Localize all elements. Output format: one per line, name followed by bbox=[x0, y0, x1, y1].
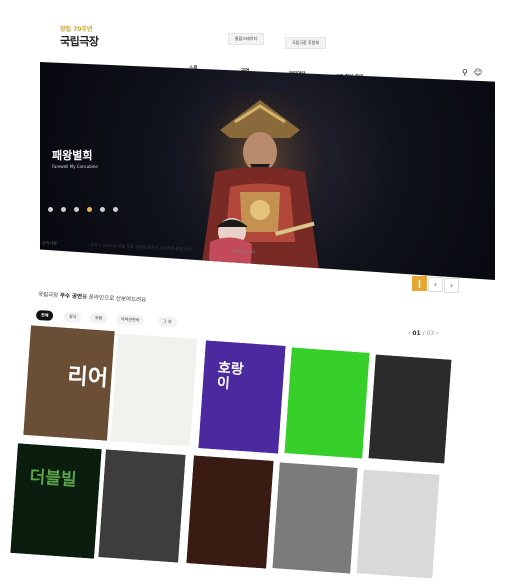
filter-other[interactable]: 그 외 bbox=[157, 316, 177, 328]
poster-card[interactable]: 호랑이 bbox=[198, 340, 286, 454]
top-link-sponsor[interactable]: 국립극장 후원회 bbox=[285, 37, 327, 49]
poster-title: 호랑이 bbox=[216, 360, 245, 393]
filter-changgeuk[interactable]: 창극 bbox=[63, 311, 82, 323]
poster-title: 더블빌 bbox=[28, 467, 78, 491]
poster-pager: ‹ 01 / 03 › bbox=[408, 330, 439, 337]
poster-card[interactable] bbox=[186, 455, 274, 569]
poster-bg bbox=[186, 455, 274, 569]
slide-dot-active[interactable] bbox=[87, 207, 93, 212]
poster-bg bbox=[110, 333, 198, 447]
poster-card[interactable]: 리어 bbox=[23, 325, 115, 441]
top-link-stage[interactable]: 통합스테이지 bbox=[228, 33, 265, 45]
section-title: 국립극장 우수 공연을 온라인으로 선보여드려요 bbox=[38, 290, 147, 304]
page: 창립 70주년 국립극장 통합스테이지 국립극장 후원회 소개 공연 알림마당 … bbox=[0, 0, 509, 588]
filter-dance[interactable]: 무용 bbox=[89, 312, 108, 324]
filter-all[interactable]: 전체 bbox=[35, 310, 54, 321]
poster-bg bbox=[198, 340, 286, 454]
user-icon[interactable]: ☺ bbox=[474, 68, 482, 77]
notice-tag: 공지사항 bbox=[42, 240, 58, 246]
search-icon[interactable]: ⚲ bbox=[462, 68, 468, 77]
chevron-left-icon[interactable]: ‹ bbox=[408, 330, 410, 337]
notice-date: 2024.12.03 bbox=[231, 248, 256, 255]
page-current: 01 bbox=[412, 330, 421, 337]
slide-dot[interactable] bbox=[74, 207, 80, 212]
poster-card[interactable]: 더블빌 bbox=[10, 443, 102, 559]
poster-card[interactable] bbox=[272, 462, 358, 574]
hero-subtitle: Farewell My Concubine bbox=[52, 164, 98, 169]
poster-bg bbox=[272, 462, 358, 574]
poster-card[interactable] bbox=[110, 333, 198, 447]
poster-title: 리어 bbox=[66, 363, 109, 392]
poster-bg bbox=[10, 443, 102, 559]
filter-orchestra[interactable]: 국악관현악 bbox=[115, 314, 145, 326]
slide-dot[interactable] bbox=[61, 207, 67, 212]
hero-title: 패왕별희 bbox=[52, 149, 93, 162]
hero-slide-indicators bbox=[48, 197, 121, 216]
chevron-right-icon[interactable]: › bbox=[436, 330, 438, 337]
section-title-prefix: 국립극장 bbox=[37, 292, 61, 300]
poster-bg bbox=[356, 469, 440, 579]
poster-bg bbox=[98, 449, 186, 563]
poster-bg bbox=[284, 347, 370, 459]
logo-anniversary: 창립 70주년 bbox=[60, 26, 93, 33]
section-title-highlight: 우수 공연 bbox=[59, 293, 83, 301]
pause-button[interactable]: ❙ bbox=[412, 276, 427, 291]
utility-icons: ⚲ ☺ bbox=[462, 68, 488, 77]
next-button[interactable]: › bbox=[444, 278, 459, 293]
poster-bg bbox=[368, 354, 452, 464]
slide-dot[interactable] bbox=[113, 207, 119, 212]
prev-button[interactable]: ‹ bbox=[428, 277, 443, 292]
page-total: / 03 bbox=[422, 330, 435, 337]
slide-dot[interactable] bbox=[48, 207, 53, 212]
poster-card[interactable] bbox=[368, 354, 452, 464]
poster-card[interactable] bbox=[98, 449, 186, 563]
section-title-suffix: 을 온라인으로 선보여드려요 bbox=[81, 294, 147, 304]
poster-card[interactable] bbox=[284, 347, 370, 459]
site-logo[interactable]: 창립 70주년 국립극장 bbox=[60, 24, 120, 48]
logo-text: 국립극장 bbox=[60, 35, 99, 48]
poster-card[interactable] bbox=[356, 469, 440, 579]
slide-dot[interactable] bbox=[100, 207, 106, 212]
